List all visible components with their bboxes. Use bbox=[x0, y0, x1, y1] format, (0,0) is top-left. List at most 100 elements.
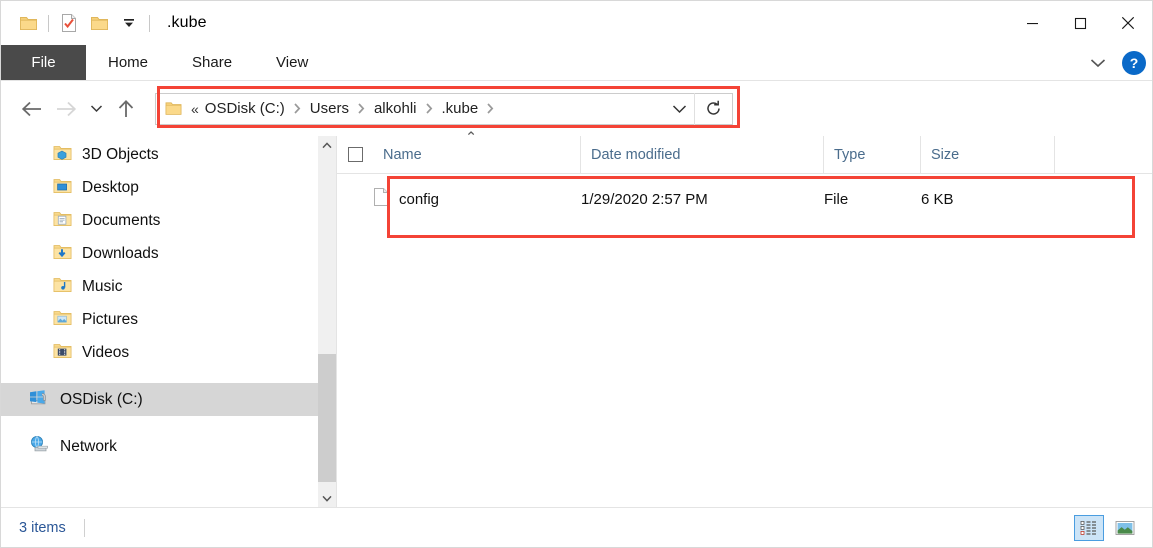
network-icon bbox=[29, 435, 50, 458]
column-header-name[interactable]: ⌃ Name bbox=[373, 136, 581, 173]
minimize-button[interactable] bbox=[1008, 1, 1056, 45]
sidebar-item-label: OSDisk (C:) bbox=[60, 391, 143, 409]
item-count-label: 3 items bbox=[1, 520, 66, 536]
scrollbar-thumb[interactable] bbox=[318, 354, 336, 482]
file-name-cell[interactable]: config bbox=[337, 187, 581, 211]
quick-access-toolbar bbox=[1, 8, 155, 38]
properties-icon[interactable] bbox=[54, 8, 84, 38]
folder-desktop-icon bbox=[53, 177, 72, 199]
file-date-cell: 1/29/2020 2:57 PM bbox=[581, 191, 824, 208]
ribbon-right-controls: ? bbox=[1084, 45, 1146, 81]
sidebar-item-label: Music bbox=[82, 278, 122, 296]
tab-home[interactable]: Home bbox=[86, 45, 170, 80]
folder-music-icon bbox=[53, 276, 72, 298]
tab-file[interactable]: File bbox=[1, 45, 86, 80]
scrollbar-track[interactable] bbox=[318, 154, 336, 489]
nav-tree: 3D Objects Desktop bbox=[1, 136, 336, 463]
sidebar-item-label: Videos bbox=[82, 344, 129, 362]
column-header-filler bbox=[1055, 136, 1152, 173]
folder-downloads-icon bbox=[53, 243, 72, 265]
breadcrumb-item-osdisk[interactable]: OSDisk (C:) bbox=[203, 100, 287, 117]
details-view-button[interactable] bbox=[1074, 515, 1104, 541]
sidebar-item-music[interactable]: Music bbox=[1, 270, 336, 303]
scroll-down-arrow-icon[interactable] bbox=[318, 489, 336, 507]
file-size-cell: 6 KB bbox=[921, 191, 1055, 208]
close-button[interactable] bbox=[1104, 1, 1152, 45]
breadcrumb: « OSDisk (C:) Users alkohli .kube bbox=[189, 100, 664, 117]
drive-windows-icon bbox=[29, 388, 50, 411]
sidebar-item-desktop[interactable]: Desktop bbox=[1, 171, 336, 204]
sidebar-item-label: Desktop bbox=[82, 179, 139, 197]
sidebar-item-pictures[interactable]: Pictures bbox=[1, 303, 336, 336]
breadcrumb-separator-3[interactable] bbox=[419, 103, 440, 114]
folder-videos-icon bbox=[53, 342, 72, 364]
sidebar-item-videos[interactable]: Videos bbox=[1, 336, 336, 369]
folder-documents-icon bbox=[53, 210, 72, 232]
title-bar: .kube bbox=[1, 1, 1152, 45]
help-button[interactable]: ? bbox=[1122, 51, 1146, 75]
column-header-date-modified[interactable]: Date modified bbox=[581, 136, 824, 173]
large-icons-view-button[interactable] bbox=[1110, 515, 1140, 541]
navigation-pane: 3D Objects Desktop bbox=[1, 136, 337, 507]
file-generic-icon bbox=[373, 187, 389, 211]
sidebar-item-label: Pictures bbox=[82, 311, 138, 329]
new-folder-icon[interactable] bbox=[84, 8, 114, 38]
refresh-button[interactable] bbox=[694, 93, 732, 125]
address-bar[interactable]: « OSDisk (C:) Users alkohli .kube bbox=[155, 93, 733, 125]
column-headers: ⌃ Name Date modified Type Size bbox=[337, 136, 1152, 174]
recent-locations-chevron-down-icon[interactable] bbox=[83, 92, 109, 126]
sidebar-item-3d-objects[interactable]: 3D Objects bbox=[1, 138, 336, 171]
table-row[interactable]: config 1/29/2020 2:57 PM File 6 KB bbox=[337, 180, 1152, 218]
tab-share[interactable]: Share bbox=[170, 45, 254, 80]
ribbon-tabs: File Home Share View ? bbox=[1, 45, 1152, 81]
sidebar-item-label: Documents bbox=[82, 212, 160, 230]
breadcrumb-overflow[interactable]: « bbox=[189, 101, 203, 117]
sidebar-item-label: Network bbox=[60, 438, 117, 456]
forward-button[interactable] bbox=[49, 92, 83, 126]
window-controls bbox=[1008, 1, 1152, 45]
navigation-buttons bbox=[1, 92, 143, 126]
breadcrumb-item-alkohli[interactable]: alkohli bbox=[372, 100, 419, 117]
up-button[interactable] bbox=[109, 92, 143, 126]
folder-pictures-icon bbox=[53, 309, 72, 331]
back-button[interactable] bbox=[15, 92, 49, 126]
sort-ascending-icon: ⌃ bbox=[465, 130, 477, 146]
toolbar-divider bbox=[48, 15, 49, 32]
checkbox-icon bbox=[348, 147, 363, 162]
sidebar-item-label: Downloads bbox=[82, 245, 159, 263]
toolbar-divider-2 bbox=[149, 15, 150, 32]
address-dropdown-chevron-down-icon[interactable] bbox=[664, 94, 694, 124]
sidebar-item-downloads[interactable]: Downloads bbox=[1, 237, 336, 270]
customize-dropdown-icon[interactable] bbox=[114, 8, 144, 38]
breadcrumb-separator-1[interactable] bbox=[287, 103, 308, 114]
sidebar-item-documents[interactable]: Documents bbox=[1, 204, 336, 237]
scroll-up-arrow-icon[interactable] bbox=[318, 136, 336, 154]
view-mode-buttons bbox=[1074, 508, 1140, 548]
explorer-body: 3D Objects Desktop bbox=[1, 136, 1152, 507]
column-header-label: Date modified bbox=[591, 147, 680, 163]
column-header-label: Name bbox=[383, 147, 422, 163]
file-explorer-window: .kube File Home Share View ? bbox=[0, 0, 1153, 548]
file-rows: config 1/29/2020 2:57 PM File 6 KB bbox=[337, 174, 1152, 507]
breadcrumb-item-users[interactable]: Users bbox=[308, 100, 351, 117]
column-header-type[interactable]: Type bbox=[824, 136, 921, 173]
file-list-pane: ⌃ Name Date modified Type Size bbox=[337, 136, 1152, 507]
expand-ribbon-chevron-down-icon[interactable] bbox=[1084, 49, 1112, 77]
breadcrumb-separator-4[interactable] bbox=[480, 103, 501, 114]
sidebar-item-label: 3D Objects bbox=[82, 146, 159, 164]
sidebar-item-network[interactable]: Network bbox=[1, 430, 336, 463]
sidebar-item-osdisk[interactable]: OSDisk (C:) bbox=[1, 383, 336, 416]
file-name-label: config bbox=[399, 191, 439, 208]
column-header-size[interactable]: Size bbox=[921, 136, 1055, 173]
folder-3d-objects-icon bbox=[53, 144, 72, 166]
column-header-label: Type bbox=[834, 147, 865, 163]
file-type-cell: File bbox=[824, 191, 921, 208]
select-all-checkbox[interactable] bbox=[337, 136, 373, 173]
breadcrumb-separator-2[interactable] bbox=[351, 103, 372, 114]
tab-view[interactable]: View bbox=[254, 45, 330, 80]
folder-icon[interactable] bbox=[13, 8, 43, 38]
sidebar-scrollbar[interactable] bbox=[318, 136, 336, 507]
nav-spacer-1 bbox=[1, 369, 336, 383]
breadcrumb-item-kube[interactable]: .kube bbox=[440, 100, 481, 117]
maximize-button[interactable] bbox=[1056, 1, 1104, 45]
